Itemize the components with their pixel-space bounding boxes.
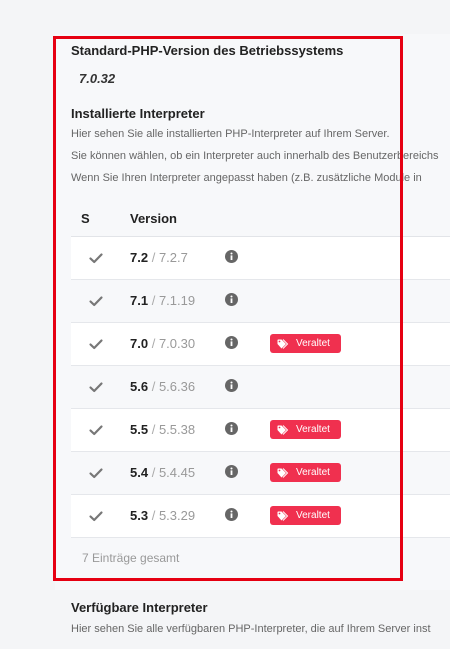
check-icon	[88, 293, 104, 309]
version-cell: 7.0 / 7.0.30	[130, 336, 195, 351]
version-major: 5.4	[130, 465, 149, 480]
info-circle-icon[interactable]	[225, 250, 238, 263]
default-php-title: Standard-PHP-Version des Betriebssystems	[71, 43, 344, 58]
version-separator: /	[151, 336, 156, 351]
version-full: 7.0.30	[158, 336, 196, 351]
version-separator: /	[151, 379, 156, 394]
table-row[interactable]: 5.6 / 5.6.36	[71, 366, 450, 409]
deprecated-badge[interactable]: Veraltet	[270, 420, 341, 439]
deprecated-badge[interactable]: Veraltet	[270, 463, 341, 482]
table-row[interactable]: 7.0 / 7.0.30 Veraltet	[71, 323, 450, 366]
badge-label: Veraltet	[296, 338, 330, 349]
table-footer-count: 7 Einträge gesamt	[82, 551, 180, 565]
version-full: 5.3.29	[158, 508, 196, 523]
badge-label: Veraltet	[296, 467, 330, 478]
version-major: 5.5	[130, 422, 149, 437]
installed-interpreters-title: Installierte Interpreter	[71, 106, 205, 121]
table-row[interactable]: 7.1 / 7.1.19	[71, 280, 450, 323]
version-full: 7.1.19	[158, 293, 196, 308]
tag-icon	[277, 467, 296, 478]
info-circle-icon[interactable]	[225, 293, 238, 306]
info-circle-icon[interactable]	[225, 508, 238, 521]
version-cell: 7.1 / 7.1.19	[130, 293, 195, 308]
version-cell: 5.3 / 5.3.29	[130, 508, 195, 523]
tag-icon	[277, 338, 296, 349]
table-row[interactable]: 7.2 / 7.2.7	[71, 237, 450, 280]
installed-desc-line-2: Sie können wählen, ob ein Interpreter au…	[71, 150, 439, 162]
column-header-version[interactable]: Version	[130, 211, 177, 226]
badge-label: Veraltet	[296, 424, 330, 435]
tag-icon	[277, 510, 296, 521]
version-full: 5.6.36	[158, 379, 196, 394]
info-circle-icon[interactable]	[225, 379, 238, 392]
check-icon	[88, 250, 104, 266]
version-separator: /	[151, 250, 156, 265]
table-row[interactable]: 5.3 / 5.3.29 Veraltet	[71, 495, 450, 538]
version-major: 7.2	[130, 250, 149, 265]
version-separator: /	[151, 465, 156, 480]
version-cell: 7.2 / 7.2.7	[130, 250, 188, 265]
check-icon	[88, 379, 104, 395]
version-separator: /	[151, 508, 156, 523]
info-circle-icon[interactable]	[225, 336, 238, 349]
version-major: 7.0	[130, 336, 149, 351]
check-icon	[88, 465, 104, 481]
installed-desc-line-3: Wenn Sie Ihren Interpreter angepasst hab…	[71, 172, 422, 184]
info-circle-icon[interactable]	[225, 465, 238, 478]
default-php-version: 7.0.32	[79, 71, 116, 86]
deprecated-badge[interactable]: Veraltet	[270, 334, 341, 353]
version-full: 7.2.7	[158, 250, 188, 265]
version-separator: /	[151, 422, 156, 437]
version-cell: 5.4 / 5.4.45	[130, 465, 195, 480]
info-circle-icon[interactable]	[225, 422, 238, 435]
version-major: 5.6	[130, 379, 149, 394]
check-icon	[88, 422, 104, 438]
check-icon	[88, 336, 104, 352]
version-full: 5.5.38	[158, 422, 196, 437]
check-icon	[88, 508, 104, 524]
tag-icon	[277, 424, 296, 435]
version-cell: 5.6 / 5.6.36	[130, 379, 195, 394]
version-full: 5.4.45	[158, 465, 196, 480]
available-desc: Hier sehen Sie alle verfügbaren PHP-Inte…	[71, 623, 431, 635]
version-major: 5.3	[130, 508, 149, 523]
table-body: 7.2 / 7.2.7 7.1 / 7.1.19 7.0 / 7.0.30 Veral…	[71, 237, 450, 538]
version-major: 7.1	[130, 293, 149, 308]
version-separator: /	[151, 293, 156, 308]
column-header-status[interactable]: S	[81, 211, 90, 226]
table-row[interactable]: 5.5 / 5.5.38 Veraltet	[71, 409, 450, 452]
available-interpreters-title: Verfügbare Interpreter	[71, 600, 208, 615]
interpreter-table: S Version 7.2 / 7.2.7 7.1 / 7.1.19 7.0 / 7…	[71, 204, 450, 538]
badge-label: Veraltet	[296, 510, 330, 521]
version-cell: 5.5 / 5.5.38	[130, 422, 195, 437]
table-header: S Version	[71, 204, 450, 237]
deprecated-badge[interactable]: Veraltet	[270, 506, 341, 525]
table-row[interactable]: 5.4 / 5.4.45 Veraltet	[71, 452, 450, 495]
installed-desc-line-1: Hier sehen Sie alle installierten PHP-In…	[71, 128, 390, 140]
